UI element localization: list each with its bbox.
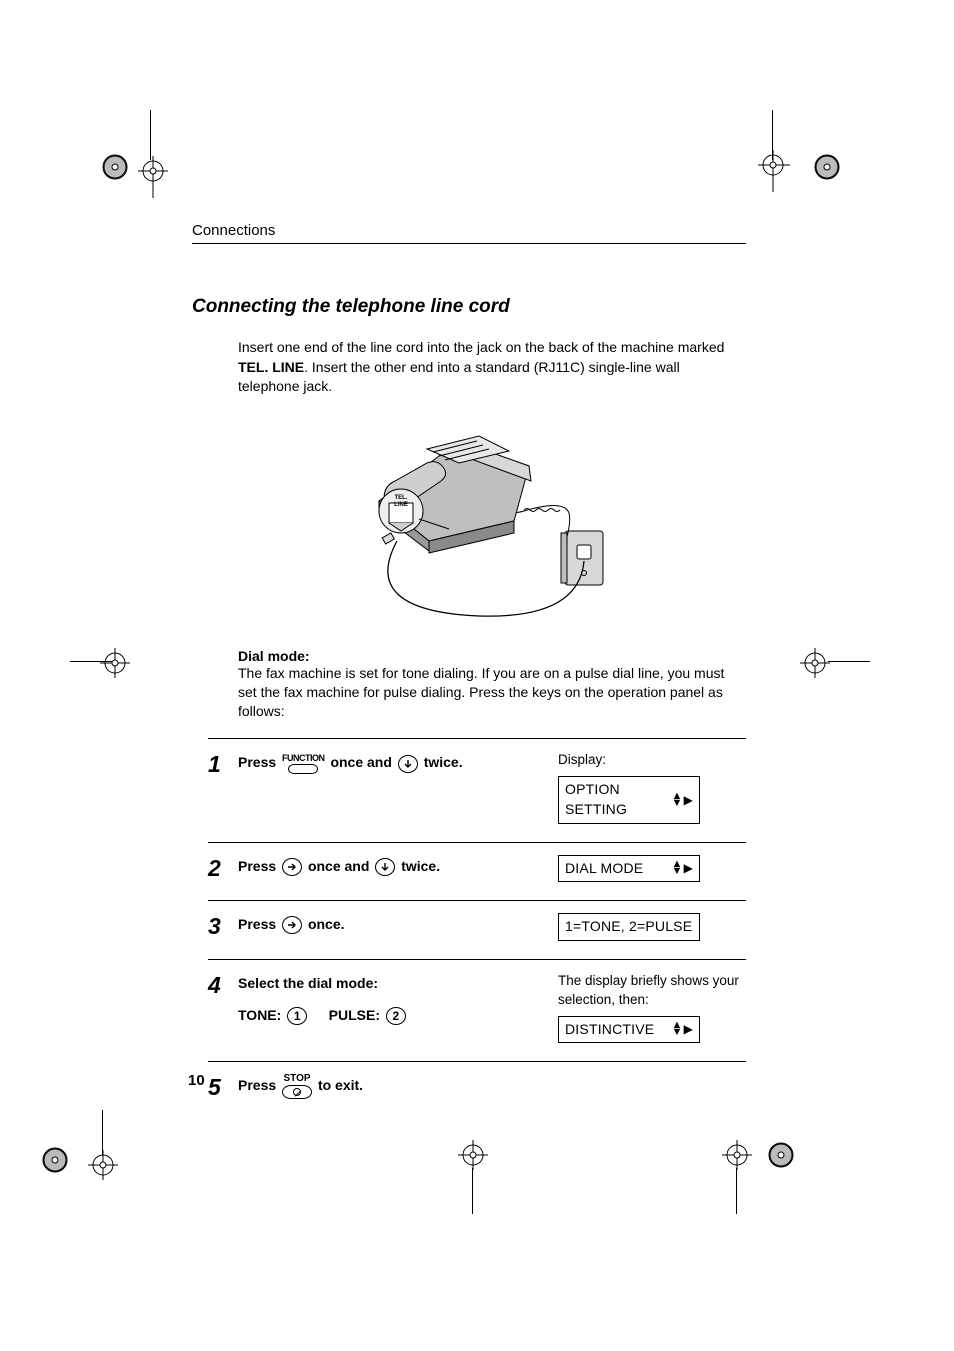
step-row: 3 Press once. 1=TONE, 2=PULSE (208, 900, 746, 959)
right-key-icon (282, 916, 302, 934)
step-instruction: Press STOP to exit. (238, 1074, 548, 1099)
crosshair-icon (100, 648, 130, 678)
intro-paragraph: Insert one end of the line cord into the… (238, 338, 728, 397)
registration-mark-icon (810, 150, 844, 184)
intro-text-b: . Insert the other end into a standard (… (238, 359, 680, 395)
step-display: DIAL MODE ▲▼▶ (558, 855, 746, 883)
step-display: Display: OPTION SETTING ▲▼▶ (558, 751, 746, 823)
page-title: Connecting the telephone line cord (192, 296, 746, 318)
step4-line1: Select the dial mode: (238, 972, 548, 994)
step-number: 5 (208, 1074, 228, 1099)
right-key-icon (282, 858, 302, 876)
display-note: The display briefly shows your selection… (558, 972, 746, 1010)
dial-mode-body: The fax machine is set for tone dialing.… (238, 664, 744, 721)
pulse-label: PULSE: (329, 1007, 384, 1023)
dial-mode-heading: Dial mode: (238, 648, 744, 664)
section-header: Connections (192, 222, 746, 239)
updown-right-arrows-icon: ▲▼▶ (671, 1021, 693, 1038)
tel-line-label: TEL. (395, 495, 408, 501)
lcd-readout: DISTINCTIVE ▲▼▶ (558, 1016, 700, 1044)
down-key-icon (375, 858, 395, 876)
down-key-icon (398, 755, 418, 773)
crop-tick-icon (736, 1168, 737, 1214)
fax-connection-illustration-icon: TEL. LINE (309, 411, 629, 629)
step-display: 1=TONE, 2=PULSE (558, 913, 746, 941)
function-key-icon: FUNCTION (282, 754, 325, 774)
crosshair-icon (758, 150, 818, 192)
svg-text:LINE: LINE (394, 502, 408, 508)
crosshair-icon (722, 1140, 752, 1170)
updown-right-arrows-icon: ▲▼▶ (671, 860, 693, 877)
registration-mark-icon (764, 1138, 798, 1172)
step-instruction: Press FUNCTION once and twice. (238, 751, 548, 773)
crosshair-icon (800, 648, 830, 678)
steps-table: 1 Press FUNCTION once and twice. Display… (208, 738, 746, 1117)
display-label: Display: (558, 751, 746, 770)
step-instruction: Press once. (238, 913, 548, 935)
section-rule (192, 243, 746, 244)
step-row: 5 Press STOP to exit. (208, 1061, 746, 1117)
crop-tick-icon (772, 110, 773, 160)
page-number: 10 (188, 1072, 205, 1089)
step-row: 1 Press FUNCTION once and twice. Display… (208, 738, 746, 841)
dial-mode-block: Dial mode: The fax machine is set for to… (238, 648, 744, 721)
step-instruction: Select the dial mode: TONE: 1 PULSE: 2 (238, 972, 548, 1027)
crop-tick-icon (150, 110, 151, 160)
step-number: 2 (208, 855, 228, 880)
registration-mark-icon (38, 1143, 72, 1177)
step-display: The display briefly shows your selection… (558, 972, 746, 1043)
key-2-icon: 2 (386, 1007, 406, 1025)
intro-bold: TEL. LINE (238, 359, 304, 375)
crop-tick-icon (70, 661, 112, 662)
lcd-readout: DIAL MODE ▲▼▶ (558, 855, 700, 883)
crop-tick-icon (472, 1168, 473, 1214)
intro-text-a: Insert one end of the line cord into the… (238, 339, 724, 355)
step-number: 3 (208, 913, 228, 938)
tone-label: TONE: (238, 1007, 285, 1023)
updown-right-arrows-icon: ▲▼▶ (671, 792, 693, 809)
lcd-readout: OPTION SETTING ▲▼▶ (558, 776, 700, 823)
key-1-icon: 1 (287, 1007, 307, 1025)
illustration: TEL. LINE (192, 411, 746, 634)
step-number: 4 (208, 972, 228, 997)
crosshair-icon (88, 1150, 118, 1180)
step-instruction: Press once and twice. (238, 855, 548, 877)
page-content: Connections Connecting the telephone lin… (192, 222, 746, 1117)
crosshair-icon (458, 1140, 488, 1170)
crop-tick-icon (102, 1110, 103, 1156)
stop-key-icon: STOP (282, 1074, 312, 1099)
crop-tick-icon (828, 661, 870, 662)
step-number: 1 (208, 751, 228, 776)
crosshair-icon (138, 156, 168, 198)
lcd-readout: 1=TONE, 2=PULSE (558, 913, 700, 941)
step-row: 2 Press once and twice. DIAL MODE ▲▼▶ (208, 842, 746, 901)
step-row: 4 Select the dial mode: TONE: 1 PULSE: 2… (208, 959, 746, 1061)
registration-mark-icon (98, 150, 132, 184)
